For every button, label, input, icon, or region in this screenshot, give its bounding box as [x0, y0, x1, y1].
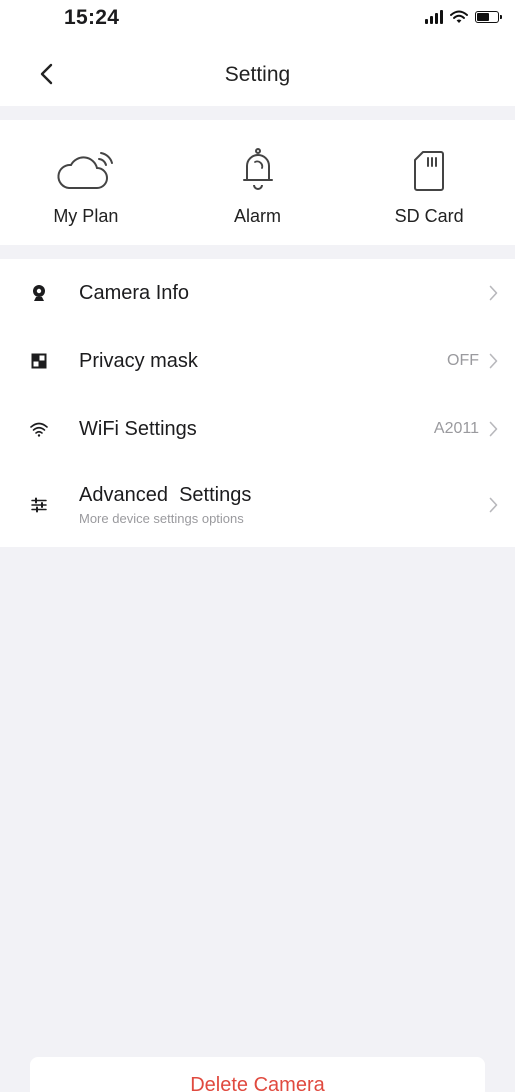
delete-section: Delete Camera — [0, 1057, 515, 1092]
nav-bar: Setting — [0, 44, 515, 106]
delete-camera-button[interactable]: Delete Camera — [30, 1057, 485, 1092]
signal-icon — [425, 10, 443, 24]
chevron-right-icon — [489, 421, 497, 437]
privacy-mask-label: Privacy mask — [79, 349, 198, 372]
camera-icon — [33, 285, 45, 301]
advanced-settings-subtitle: More device settings options — [79, 511, 244, 526]
status-icons — [425, 10, 502, 24]
sliders-icon — [31, 497, 47, 513]
settings-list: Camera Info Privacy mask OFF WiFi Settin… — [0, 259, 515, 547]
camera-info-row[interactable]: Camera Info — [0, 259, 515, 327]
page-title: Setting — [224, 63, 291, 86]
wifi-settings-label: WiFi Settings — [79, 417, 197, 440]
privacy-mask-icon — [31, 353, 47, 369]
chevron-left-icon — [40, 63, 53, 85]
section-divider — [0, 106, 515, 120]
advanced-settings-row[interactable]: Advanced Settings More device settings o… — [0, 463, 515, 547]
battery-icon — [475, 11, 502, 23]
back-button[interactable] — [30, 58, 62, 90]
wifi-icon — [30, 422, 48, 437]
quick-actions: My Plan Alarm SD Card — [0, 120, 515, 245]
wifi-settings-row[interactable]: WiFi Settings A2011 — [0, 395, 515, 463]
chevron-right-icon — [489, 497, 497, 513]
cloud-icon — [57, 152, 113, 189]
status-bar: 15:24 — [0, 0, 515, 44]
my-plan-label: My Plan — [53, 206, 119, 226]
camera-info-label: Camera Info — [79, 281, 190, 304]
empty-area — [0, 547, 515, 1057]
privacy-mask-row[interactable]: Privacy mask OFF — [0, 327, 515, 395]
status-time: 15:24 — [64, 6, 120, 29]
chevron-right-icon — [489, 285, 497, 301]
wifi-settings-value: A2011 — [433, 420, 479, 437]
sd-card-button[interactable]: SD Card — [343, 120, 515, 227]
alarm-label: Alarm — [234, 206, 282, 226]
chevron-right-icon — [489, 353, 497, 369]
sd-card-icon — [414, 151, 445, 191]
alarm-button[interactable]: Alarm — [172, 120, 344, 227]
advanced-settings-label: Advanced Settings — [79, 484, 252, 506]
bell-icon — [242, 148, 273, 190]
wifi-status-icon — [450, 10, 468, 23]
privacy-mask-value: OFF — [447, 352, 479, 369]
my-plan-button[interactable]: My Plan — [0, 120, 172, 227]
section-divider — [0, 245, 515, 259]
sd-card-label: SD Card — [394, 206, 464, 226]
